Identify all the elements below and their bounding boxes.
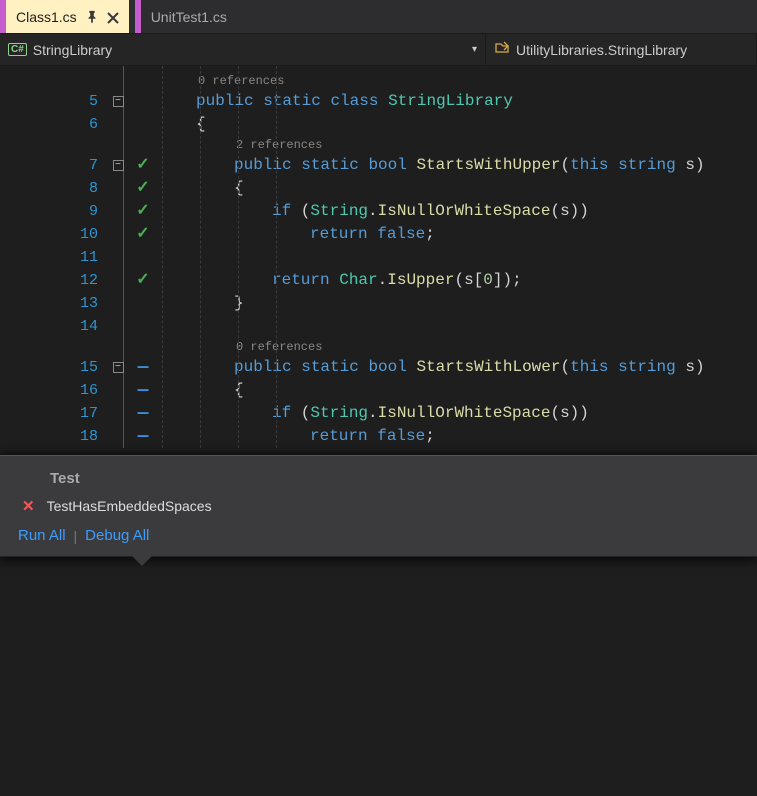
code-text: public static class StringLibrary [196,90,513,113]
code-line[interactable]: 9 ✓ if (String.IsNullOrWhiteSpace(s)) [0,200,757,223]
link-divider: | [74,528,78,544]
test-name: TestHasEmbeddedSpaces [47,498,212,514]
code-line[interactable]: 5 − public static class StringLibrary [0,90,757,113]
codelens-references[interactable]: 0 references [0,72,757,90]
code-line[interactable]: 17 — if (String.IsNullOrWhiteSpace(s)) [0,402,757,425]
code-text: if (String.IsNullOrWhiteSpace(s)) [272,402,589,425]
fold-toggle[interactable]: − [113,96,124,107]
line-number: 6 [18,113,108,136]
line-number: 9 [18,200,108,223]
line-number: 18 [18,425,108,448]
code-line[interactable]: 12 ✓ return Char.IsUpper(s[0]); [0,269,757,292]
pin-icon[interactable] [85,10,99,24]
codelens-references[interactable]: 2 references [0,136,757,154]
code-line[interactable]: 7 − ✓ public static bool StartsWithUpper… [0,154,757,177]
not-covered-icon: — [138,432,149,442]
line-number: 7 [18,154,108,177]
code-text: } [234,292,244,315]
tab-class1[interactable]: Class1.cs [0,0,129,33]
line-number: 14 [18,315,108,338]
code-text: if (String.IsNullOrWhiteSpace(s)) [272,200,589,223]
not-covered-icon: — [138,409,149,419]
code-line[interactable]: 6 { [0,113,757,136]
covered-icon: ✓ [136,223,149,246]
tab-label: Class1.cs [16,9,77,25]
fail-icon: ✕ [22,497,35,515]
chevron-down-icon: ▾ [472,44,477,55]
code-editor[interactable]: 0 references 5 − public static class Str… [0,66,757,448]
code-line[interactable]: 13 } [0,292,757,315]
line-number: 13 [18,292,108,315]
fold-toggle[interactable]: − [113,160,124,171]
code-line[interactable]: 14 [0,315,757,338]
nav-scope-dropdown[interactable]: C# StringLibrary ▾ [0,34,486,65]
line-number: 8 [18,177,108,200]
code-line[interactable]: 11 [0,246,757,269]
code-text: return false; [310,223,435,246]
code-line[interactable]: 8 ✓ { [0,177,757,200]
popup-pointer-icon [132,556,152,566]
code-text: return Char.IsUpper(s[0]); [272,269,522,292]
tab-unittest1[interactable]: UnitTest1.cs [135,0,237,33]
tab-label: UnitTest1.cs [151,9,227,25]
code-text: { [234,379,244,402]
nav-location-dropdown[interactable]: UtilityLibraries.StringLibrary [486,34,757,65]
codelens-references[interactable]: 0 references [0,338,757,356]
code-text: public static bool StartsWithUpper(this … [234,154,705,177]
failed-test-row[interactable]: ✕ TestHasEmbeddedSpaces [22,497,739,515]
code-text: public static bool StartsWithLower(this … [234,356,705,379]
class-icon [494,40,510,59]
run-all-link[interactable]: Run All [18,527,66,544]
nav-location-label: UtilityLibraries.StringLibrary [516,42,687,58]
covered-icon: ✓ [136,177,149,200]
line-number: 15 [18,356,108,379]
covered-icon: ✓ [136,269,149,292]
navigation-bar: C# StringLibrary ▾ UtilityLibraries.Stri… [0,34,757,66]
line-number: 5 [18,90,108,113]
fold-toggle[interactable]: − [113,362,124,373]
code-line[interactable]: 15 − — public static bool StartsWithLowe… [0,356,757,379]
csharp-icon: C# [8,43,27,56]
line-number: 17 [18,402,108,425]
covered-icon: ✓ [136,200,149,223]
covered-icon: ✓ [136,154,149,177]
line-number: 10 [18,223,108,246]
not-covered-icon: — [138,386,149,396]
tab-bar: Class1.cs UnitTest1.cs [0,0,757,34]
popup-heading: Test [50,470,739,487]
nav-scope-label: StringLibrary [33,42,112,58]
close-icon[interactable] [107,11,119,23]
line-number: 11 [18,246,108,269]
line-number: 16 [18,379,108,402]
code-line[interactable]: 18 — return false; [0,425,757,448]
code-text: { [234,177,244,200]
code-line[interactable]: 10 ✓ return false; [0,223,757,246]
code-text: { [196,113,206,136]
code-text: return false; [310,425,435,448]
test-results-popup: Test ✕ TestHasEmbeddedSpaces Run All | D… [0,455,757,557]
code-line[interactable]: 16 — { [0,379,757,402]
debug-all-link[interactable]: Debug All [85,527,149,544]
not-covered-icon: — [138,363,149,373]
line-number: 12 [18,269,108,292]
